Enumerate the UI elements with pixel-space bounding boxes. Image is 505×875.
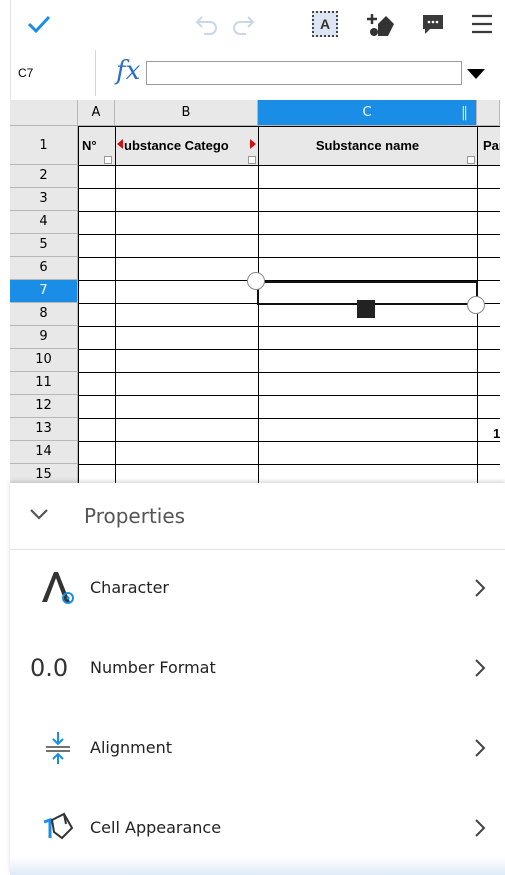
- gridline: [78, 165, 500, 166]
- property-label: Number Format: [90, 658, 216, 677]
- gridline: [78, 188, 500, 189]
- gridline: [78, 126, 500, 127]
- property-alignment[interactable]: Alignment: [10, 708, 505, 788]
- filter-button[interactable]: [467, 156, 475, 164]
- row-header[interactable]: 6: [10, 257, 78, 280]
- row-header[interactable]: 11: [10, 372, 78, 395]
- column-header-c[interactable]: C ‖: [258, 100, 477, 126]
- paint-bucket-icon: [43, 812, 74, 840]
- autofill-handle[interactable]: [357, 300, 375, 318]
- undo-icon[interactable]: [190, 8, 224, 40]
- cell-b1[interactable]: ubstance Catego: [124, 138, 248, 153]
- filter-button[interactable]: [104, 156, 112, 164]
- fx-icon[interactable]: fx: [116, 56, 140, 86]
- row-header[interactable]: 3: [10, 188, 78, 211]
- selection-handle-top-left[interactable]: [247, 272, 265, 290]
- properties-title: Properties: [84, 504, 186, 528]
- property-number-format[interactable]: 0.0 Number Format: [10, 628, 505, 708]
- row-header[interactable]: 10: [10, 349, 78, 372]
- row-header[interactable]: 15: [10, 464, 78, 483]
- property-label: Alignment: [90, 738, 172, 757]
- selection-handle-bottom-right[interactable]: [467, 296, 485, 314]
- column-header-d[interactable]: [477, 100, 500, 126]
- formula-input[interactable]: [146, 61, 462, 85]
- chevron-right-icon: [475, 659, 486, 677]
- add-shape-icon[interactable]: [364, 8, 398, 40]
- column-resize-handle[interactable]: ‖: [461, 100, 468, 126]
- spreadsheet-grid[interactable]: A B C ‖ 1 2 3 4 5 6 7 8 9 10 11 12 13 14…: [10, 100, 500, 483]
- row-header[interactable]: 12: [10, 395, 78, 418]
- text-select-icon[interactable]: A: [308, 8, 342, 40]
- overflow-left-icon: [117, 139, 123, 149]
- gridline: [78, 126, 79, 483]
- properties-header[interactable]: Properties: [10, 483, 505, 550]
- row-header[interactable]: 8: [10, 303, 78, 326]
- property-cell-appearance[interactable]: Cell Appearance: [10, 788, 505, 868]
- properties-panel: Properties Character 0.0 Number Format A…: [10, 483, 505, 875]
- row-header[interactable]: 14: [10, 441, 78, 464]
- character-format-icon: [42, 572, 74, 604]
- filter-button[interactable]: [248, 156, 256, 164]
- row-header[interactable]: 2: [10, 165, 78, 188]
- gridline: [78, 372, 500, 373]
- formula-bar: C7 fx: [10, 50, 495, 96]
- gridline: [78, 418, 500, 419]
- checkmark-icon[interactable]: [22, 8, 56, 40]
- gridline: [78, 326, 500, 327]
- chevron-right-icon: [475, 579, 486, 597]
- cell-c1[interactable]: Substance name: [258, 138, 477, 153]
- formula-dropdown-icon[interactable]: [467, 69, 485, 79]
- row-header[interactable]: 1: [10, 126, 78, 165]
- row-header[interactable]: 5: [10, 234, 78, 257]
- row-header[interactable]: 13: [10, 418, 78, 441]
- gridline: [78, 349, 500, 350]
- property-label: Character: [90, 578, 169, 597]
- gridline: [78, 441, 500, 442]
- cell-d1[interactable]: Par: [483, 138, 500, 153]
- gridline: [78, 257, 500, 258]
- cell-d13[interactable]: 1: [493, 426, 500, 441]
- corner-cell[interactable]: [10, 100, 78, 126]
- column-header-c-label: C: [362, 105, 372, 120]
- chevron-right-icon: [475, 819, 486, 837]
- chevron-right-icon: [475, 739, 486, 757]
- row-header-selected[interactable]: 7: [10, 280, 78, 303]
- column-header-b[interactable]: B: [115, 100, 258, 126]
- cell-name-box[interactable]: C7: [10, 50, 96, 96]
- text-select-label: A: [312, 11, 338, 37]
- redo-icon[interactable]: [226, 8, 260, 40]
- gridline: [78, 211, 500, 212]
- bottom-edge: [10, 857, 505, 875]
- number-format-icon: 0.0: [30, 654, 69, 682]
- gridline: [115, 126, 116, 483]
- gridline: [78, 395, 500, 396]
- alignment-icon: [46, 732, 70, 764]
- overflow-right-icon: [250, 139, 256, 149]
- gridline: [78, 464, 500, 465]
- gridline: [78, 234, 500, 235]
- cell-a1[interactable]: N°: [82, 138, 112, 153]
- column-header-a[interactable]: A: [78, 100, 115, 126]
- chevron-down-icon[interactable]: [28, 507, 50, 523]
- property-label: Cell Appearance: [90, 818, 222, 837]
- property-character[interactable]: Character: [10, 548, 505, 628]
- hamburger-menu-icon[interactable]: [465, 8, 499, 40]
- comment-icon[interactable]: [416, 8, 450, 40]
- row-header[interactable]: 9: [10, 326, 78, 349]
- row-header[interactable]: 4: [10, 211, 78, 234]
- top-toolbar: A: [0, 0, 505, 48]
